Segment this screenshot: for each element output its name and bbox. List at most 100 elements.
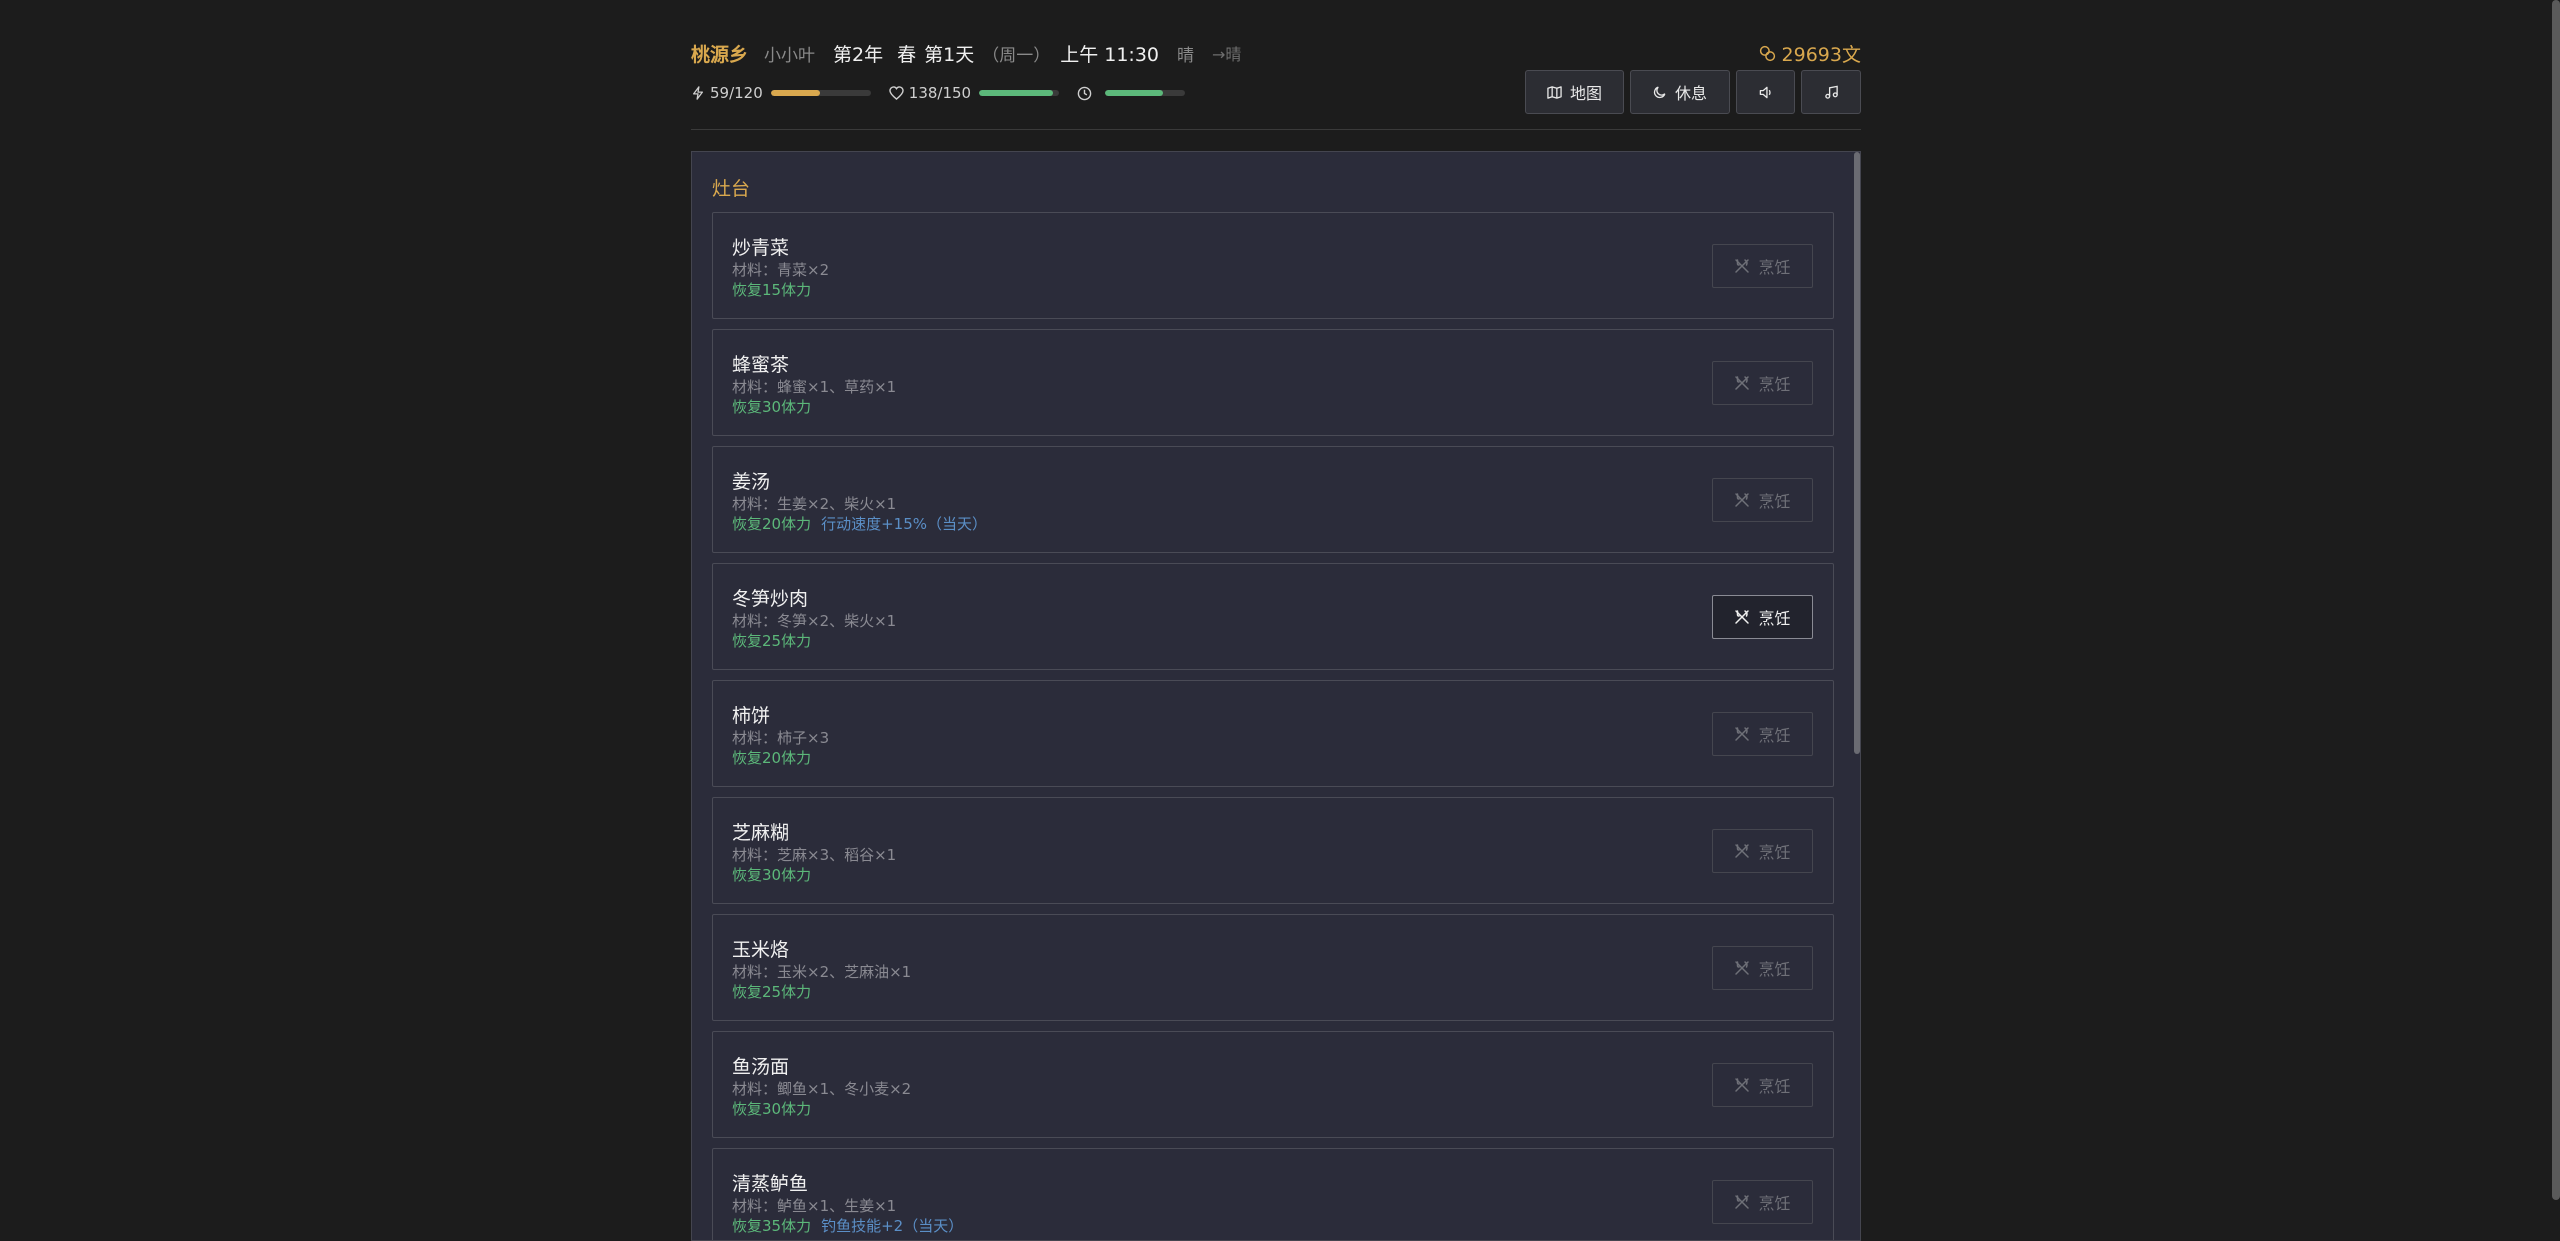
recipe-card: 清蒸鲈鱼 材料：鲈鱼×1、生姜×1 恢复35体力 钓鱼技能+2（当天） 烹饪: [712, 1148, 1834, 1240]
recipe-restore: 恢复30体力: [732, 866, 812, 884]
cook-button[interactable]: 烹饪: [1712, 946, 1813, 990]
utensils-icon: [1734, 375, 1758, 391]
recipe-name: 玉米烙: [732, 939, 790, 961]
recipe-restore: 恢复25体力: [732, 983, 812, 1001]
status-row: 桃源乡 小小叶 第2年 春 第1天 （周一） 上午 11:30 晴 →晴 296…: [691, 40, 1861, 67]
stamina-value: 59/120: [710, 84, 763, 102]
cook-button[interactable]: 烹饪: [1712, 1180, 1813, 1224]
utensils-icon: [1734, 1194, 1758, 1210]
utensils-icon: [1734, 258, 1758, 274]
page-scrollbar-thumb[interactable]: [2552, 0, 2560, 1200]
recipe-effect: 恢复25体力: [732, 630, 811, 651]
panel-scrollbar[interactable]: [1854, 152, 1860, 1240]
utensils-icon: [1734, 843, 1758, 859]
health-value: 138/150: [908, 84, 972, 102]
utensils-icon: [1734, 726, 1758, 742]
recipe-effect: 恢复25体力: [732, 981, 811, 1002]
header-divider: [691, 129, 1861, 130]
stamina-stat: 59/120: [691, 84, 871, 102]
map-icon: [1547, 85, 1570, 100]
map-button-label: 地图: [1569, 84, 1602, 103]
music-button[interactable]: [1801, 70, 1861, 114]
cook-button[interactable]: 烹饪: [1712, 478, 1813, 522]
recipe-materials: 材料：青菜×2: [732, 261, 830, 279]
recipe-card: 冬笋炒肉 材料：冬笋×2、柴火×1 恢复25体力 烹饪: [712, 563, 1834, 670]
game-screen: 桃源乡 小小叶 第2年 春 第1天 （周一） 上午 11:30 晴 →晴 296…: [691, 0, 1861, 1241]
health-bar-fill: [979, 90, 1053, 96]
recipe-restore: 恢复25体力: [732, 632, 812, 650]
recipe-effect: 恢复30体力: [732, 1098, 811, 1119]
rest-button[interactable]: 休息: [1630, 70, 1730, 114]
recipe-restore: 恢复30体力: [732, 1100, 812, 1118]
weather-forecast: →晴: [1212, 45, 1242, 64]
toolbar: 地图 休息: [1519, 70, 1861, 114]
coin-icon: [1759, 45, 1782, 62]
recipe-name: 清蒸鲈鱼: [732, 1173, 809, 1195]
season-label: 春: [897, 43, 917, 66]
recipe-name: 炒青菜: [732, 237, 790, 259]
cook-button-label: 烹饪: [1758, 375, 1791, 394]
money-display: 29693文: [1759, 40, 1861, 67]
heart-icon: [889, 86, 904, 100]
recipe-materials: 材料：生姜×2、柴火×1: [732, 495, 897, 513]
cook-button[interactable]: 烹饪: [1712, 829, 1813, 873]
stats-row: 59/120 138/150: [691, 80, 1203, 106]
recipe-effect: 恢复30体力: [732, 396, 811, 417]
speaker-icon: [1758, 85, 1774, 100]
clock-icon: [1077, 86, 1092, 101]
recipe-effect: 恢复20体力: [732, 747, 811, 768]
recipe-card: 柿饼材料：柿子×3 恢复20体力 烹饪: [712, 680, 1834, 787]
recipe-bonus: 钓鱼技能+2（当天）: [821, 1217, 964, 1235]
sub-location: 小小叶: [764, 45, 816, 66]
moon-icon: [1653, 85, 1675, 99]
stamina-bar-fill: [770, 90, 820, 96]
recipe-name: 蜂蜜茶: [732, 354, 790, 376]
weekday-label: （周一）: [982, 45, 1051, 66]
map-button[interactable]: 地图: [1525, 70, 1624, 114]
panel-scrollbar-thumb[interactable]: [1854, 152, 1860, 754]
cook-button-label: 烹饪: [1758, 609, 1791, 628]
recipe-name: 姜汤: [732, 471, 771, 493]
cook-button-label: 烹饪: [1758, 1077, 1791, 1096]
cook-button[interactable]: 烹饪: [1712, 1063, 1813, 1107]
year-label: 第2年: [833, 43, 884, 66]
cook-button[interactable]: 烹饪: [1712, 244, 1813, 288]
cook-button-label: 烹饪: [1758, 1194, 1791, 1213]
money-amount: 29693文: [1781, 44, 1861, 66]
cook-button[interactable]: 烹饪: [1712, 595, 1813, 639]
cook-button-label: 烹饪: [1758, 492, 1791, 511]
location-name: 桃源乡: [691, 43, 749, 66]
health-bar: [979, 90, 1060, 96]
cook-button-label: 烹饪: [1758, 843, 1791, 862]
recipe-materials: 材料：柿子×3: [732, 729, 830, 747]
cook-button-label: 烹饪: [1758, 960, 1791, 979]
recipe-effect: 恢复15体力: [732, 279, 811, 300]
recipe-materials: 材料：鲫鱼×1、冬小麦×2: [732, 1080, 912, 1098]
recipe-card: 炒青菜材料：青菜×2 恢复15体力 烹饪: [712, 212, 1834, 319]
recipe-materials: 材料：玉米×2、芝麻油×1: [732, 963, 912, 981]
recipe-name: 柿饼: [732, 705, 771, 727]
cook-button[interactable]: 烹饪: [1712, 361, 1813, 405]
cook-button[interactable]: 烹饪: [1712, 712, 1813, 756]
recipe-materials: 材料：鲈鱼×1、生姜×1: [732, 1197, 897, 1215]
cook-button-label: 烹饪: [1758, 258, 1791, 277]
recipe-card: 蜂蜜茶 材料：蜂蜜×1、草药×1 恢复30体力 烹饪: [712, 329, 1834, 436]
recipe-restore: 恢复20体力: [732, 515, 812, 533]
recipe-card: 姜汤 材料：生姜×2、柴火×1 恢复20体力 行动速度+15%（当天） 烹饪: [712, 446, 1834, 553]
recipe-list: 炒青菜 材料：青菜×2 恢复15体力 烹饪 蜂蜜茶 材料：蜂蜜×1、草药×1 恢复30体力烹…: [712, 212, 1834, 1240]
recipe-effect: 恢复35体力 钓鱼技能+2（当天）: [732, 1215, 963, 1236]
page-scrollbar[interactable]: [2550, 0, 2560, 1239]
recipe-restore: 恢复20体力: [732, 749, 812, 767]
recipe-restore: 恢复35体力: [732, 1217, 812, 1235]
recipe-restore: 恢复15体力: [732, 281, 812, 299]
lightning-icon: [691, 86, 705, 100]
time-stat: [1077, 86, 1186, 101]
recipe-name: 芝麻糊: [732, 822, 790, 844]
panel-title: 灶台: [712, 178, 751, 200]
recipe-effect: 恢复30体力: [732, 864, 811, 885]
recipe-card: 鱼汤面 材料：鲫鱼×1、冬小麦×2 恢复30体力 烹饪: [712, 1031, 1834, 1138]
utensils-icon: [1734, 492, 1758, 508]
recipe-name: 冬笋炒肉: [732, 588, 809, 610]
utensils-icon: [1734, 1077, 1758, 1093]
sound-button[interactable]: [1736, 70, 1795, 114]
